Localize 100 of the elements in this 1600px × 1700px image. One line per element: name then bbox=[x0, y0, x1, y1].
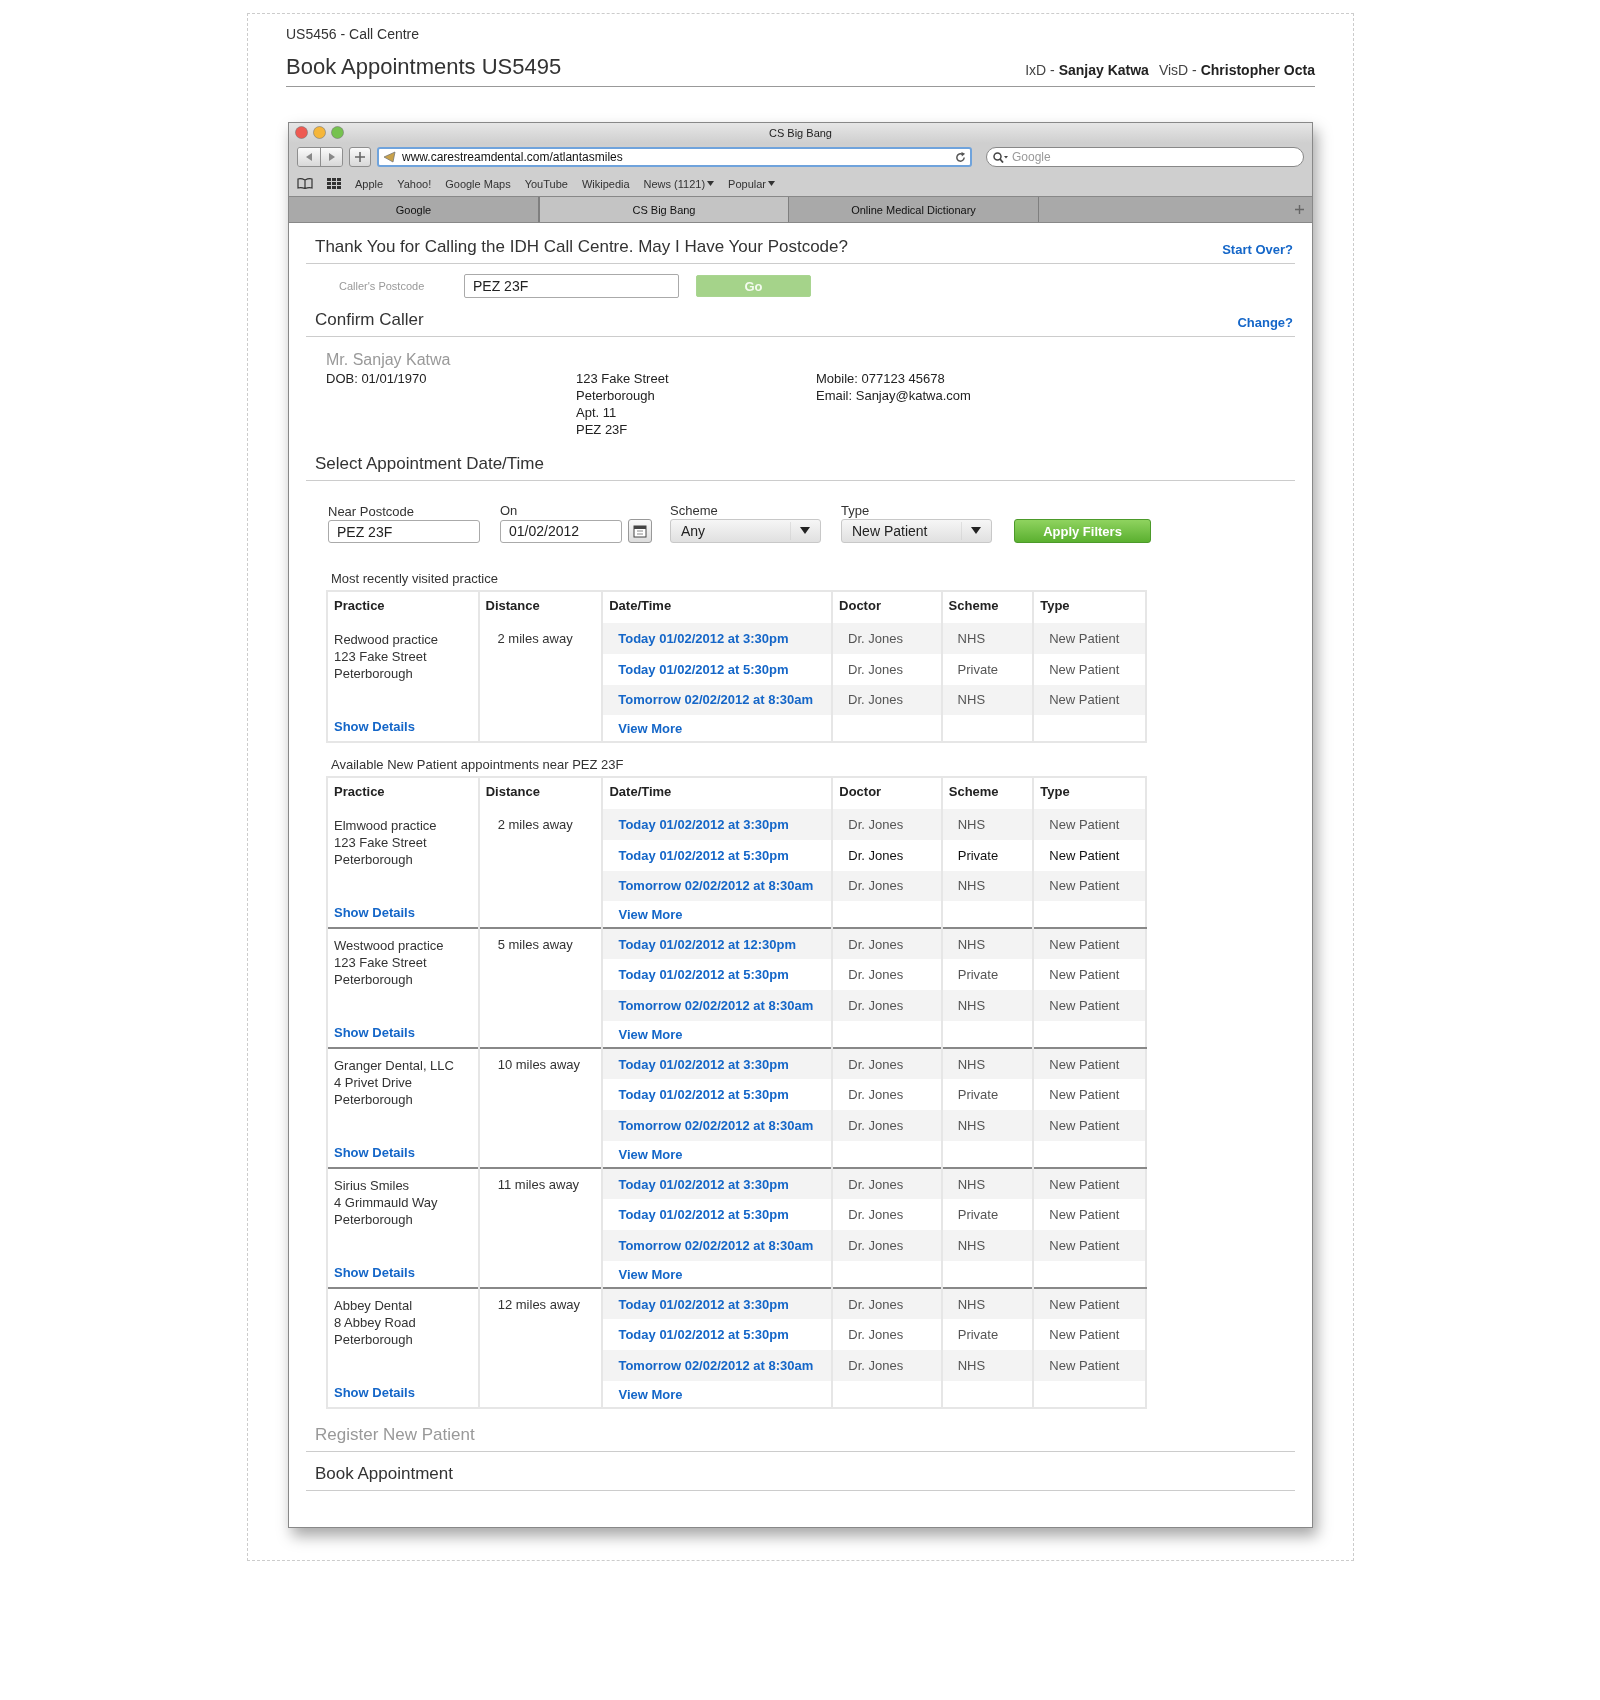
view-more-link[interactable]: View More bbox=[618, 720, 683, 736]
table-cell: New Patient bbox=[1033, 684, 1146, 716]
appointment-link[interactable]: Today 01/02/2012 at 3:30pm bbox=[618, 630, 789, 646]
table-cell: New Patient bbox=[1033, 928, 1146, 960]
dropdown[interactable]: Any bbox=[670, 519, 821, 543]
table-cell: Dr. Jones bbox=[832, 959, 942, 991]
table-cell: NHS bbox=[941, 928, 1034, 960]
table-cell: Private bbox=[941, 839, 1034, 871]
practice-address: 123 Fake Street bbox=[334, 954, 428, 971]
credit-text: IxD - Sanjay Katwa bbox=[1025, 62, 1149, 78]
forward-arrow-icon bbox=[327, 153, 336, 161]
show-details-link[interactable]: Show Details bbox=[334, 904, 472, 921]
appointment-link[interactable]: Today 01/02/2012 at 5:30pm bbox=[618, 661, 789, 677]
postcode-field[interactable]: PEZ 23F bbox=[464, 274, 679, 298]
minimize-icon[interactable] bbox=[313, 126, 326, 139]
table-cell: Dr. Jones bbox=[832, 1079, 942, 1111]
table-cell: NHS bbox=[941, 623, 1034, 654]
appointment-link[interactable]: Tomorrow 02/02/2012 at 8:30am bbox=[618, 1118, 814, 1134]
appointment-link[interactable]: Tomorrow 02/02/2012 at 8:30am bbox=[618, 998, 814, 1014]
practice-name: Sirius Smiles bbox=[334, 1177, 411, 1194]
appointment-link[interactable]: Tomorrow 02/02/2012 at 8:30am bbox=[618, 878, 814, 894]
bookmark-link[interactable]: Yahoo! bbox=[397, 177, 432, 190]
distance-text: 2 miles away bbox=[497, 817, 573, 832]
practice-name: Elmwood practice bbox=[334, 817, 438, 834]
appointment-link[interactable]: Today 01/02/2012 at 5:30pm bbox=[618, 1087, 789, 1103]
bookmark-link[interactable]: Popular bbox=[728, 177, 776, 190]
search-icon bbox=[993, 151, 1009, 163]
distance-text: 10 miles away bbox=[497, 1057, 581, 1072]
calendar-button[interactable] bbox=[628, 519, 652, 543]
practice-address: Peterborough bbox=[334, 665, 414, 682]
show-details-link[interactable]: Show Details bbox=[334, 1144, 472, 1161]
bookmark-link[interactable]: Google Maps bbox=[445, 177, 511, 190]
table-cell: Dr. Jones bbox=[832, 1110, 942, 1142]
bookmark-link[interactable]: YouTube bbox=[524, 177, 568, 190]
view-more-link[interactable]: View More bbox=[618, 1386, 683, 1402]
grid-icon[interactable] bbox=[327, 178, 341, 189]
bookmark-link[interactable]: Apple bbox=[355, 177, 384, 190]
table-cell: New Patient bbox=[1033, 870, 1146, 902]
table-cell: NHS bbox=[941, 1350, 1034, 1382]
appointment-link[interactable]: Today 01/02/2012 at 5:30pm bbox=[618, 1207, 789, 1223]
table-cell: Dr. Jones bbox=[832, 1350, 942, 1382]
start-over-link[interactable]: Start Over? bbox=[1222, 242, 1293, 257]
table-cell: Dr. Jones bbox=[832, 1199, 942, 1231]
practice-name: Redwood practice bbox=[334, 631, 440, 648]
close-icon[interactable] bbox=[295, 126, 308, 139]
zoom-icon[interactable] bbox=[331, 126, 344, 139]
practice-address: 123 Fake Street bbox=[334, 834, 428, 851]
table-cell: NHS bbox=[941, 684, 1034, 716]
address-line: PEZ 23F bbox=[576, 421, 629, 438]
reload-icon[interactable] bbox=[955, 151, 966, 163]
table-cell: NHS bbox=[941, 990, 1034, 1022]
view-more-link[interactable]: View More bbox=[618, 1026, 683, 1042]
appointment-link[interactable]: Tomorrow 02/02/2012 at 8:30am bbox=[618, 692, 814, 708]
appointment-link[interactable]: Today 01/02/2012 at 5:30pm bbox=[618, 1327, 789, 1343]
add-bookmark-button[interactable] bbox=[349, 147, 371, 167]
dropdown[interactable]: New Patient bbox=[841, 519, 992, 543]
back-arrow-icon bbox=[305, 153, 313, 161]
bookmark-link[interactable]: Wikipedia bbox=[581, 177, 630, 190]
table-cell: NHS bbox=[941, 1288, 1034, 1320]
show-details-link[interactable]: Show Details bbox=[334, 1024, 472, 1041]
postcode-filter-field[interactable]: PEZ 23F bbox=[328, 520, 480, 543]
table-cell: Dr. Jones bbox=[832, 1168, 942, 1200]
contact-line: Email: Sanjay@katwa.com bbox=[816, 387, 972, 404]
practice-address: 4 Grimmauld Way bbox=[334, 1194, 439, 1211]
change-link[interactable]: Change? bbox=[1237, 315, 1293, 330]
appointment-link[interactable]: Today 01/02/2012 at 3:30pm bbox=[618, 816, 789, 832]
table-cell: Dr. Jones bbox=[832, 623, 942, 654]
browser-tab[interactable]: CS Big Bang bbox=[539, 197, 789, 222]
appointment-link[interactable]: Today 01/02/2012 at 5:30pm bbox=[618, 967, 789, 983]
site-icon bbox=[383, 151, 397, 163]
show-details-link[interactable]: Show Details bbox=[334, 1384, 472, 1401]
filter-label: Near Postcode bbox=[328, 504, 415, 519]
bookmark-link[interactable]: News (1121) bbox=[643, 177, 715, 190]
practice-address: 123 Fake Street bbox=[334, 648, 428, 665]
table-cell: Dr. Jones bbox=[832, 839, 942, 871]
appointment-link[interactable]: Today 01/02/2012 at 3:30pm bbox=[618, 1296, 789, 1312]
window-title: CS Big Bang bbox=[769, 127, 832, 139]
back-button[interactable] bbox=[298, 148, 320, 166]
forward-button[interactable] bbox=[320, 148, 342, 166]
view-more-link[interactable]: View More bbox=[618, 906, 683, 922]
book-icon[interactable] bbox=[297, 178, 313, 189]
address-field[interactable]: www.carestreamdental.com/atlantasmiles bbox=[377, 147, 972, 167]
view-more-link[interactable]: View More bbox=[618, 1146, 683, 1162]
appointment-link[interactable]: Today 01/02/2012 at 3:30pm bbox=[618, 1056, 789, 1072]
date-field[interactable]: 01/02/2012 bbox=[500, 519, 622, 543]
appointment-link[interactable]: Tomorrow 02/02/2012 at 8:30am bbox=[618, 1358, 814, 1374]
appointment-link[interactable]: Today 01/02/2012 at 5:30pm bbox=[618, 847, 789, 863]
view-more-link[interactable]: View More bbox=[618, 1266, 683, 1282]
show-details-link[interactable]: Show Details bbox=[334, 718, 472, 735]
page-title: Book Appointments US5495 bbox=[286, 54, 562, 80]
table-cell: Private bbox=[941, 1199, 1034, 1231]
distance-text: 2 miles away bbox=[497, 631, 573, 646]
appointment-link[interactable]: Today 01/02/2012 at 12:30pm bbox=[618, 936, 796, 952]
table-cell: NHS bbox=[941, 809, 1034, 840]
appointment-link[interactable]: Today 01/02/2012 at 3:30pm bbox=[618, 1176, 789, 1192]
appointment-link[interactable]: Tomorrow 02/02/2012 at 8:30am bbox=[618, 1238, 814, 1254]
show-details-link[interactable]: Show Details bbox=[334, 1264, 472, 1281]
search-field[interactable]: Google bbox=[986, 147, 1304, 167]
new-tab-icon[interactable] bbox=[1295, 205, 1304, 214]
section-heading: Confirm Caller bbox=[315, 310, 424, 330]
